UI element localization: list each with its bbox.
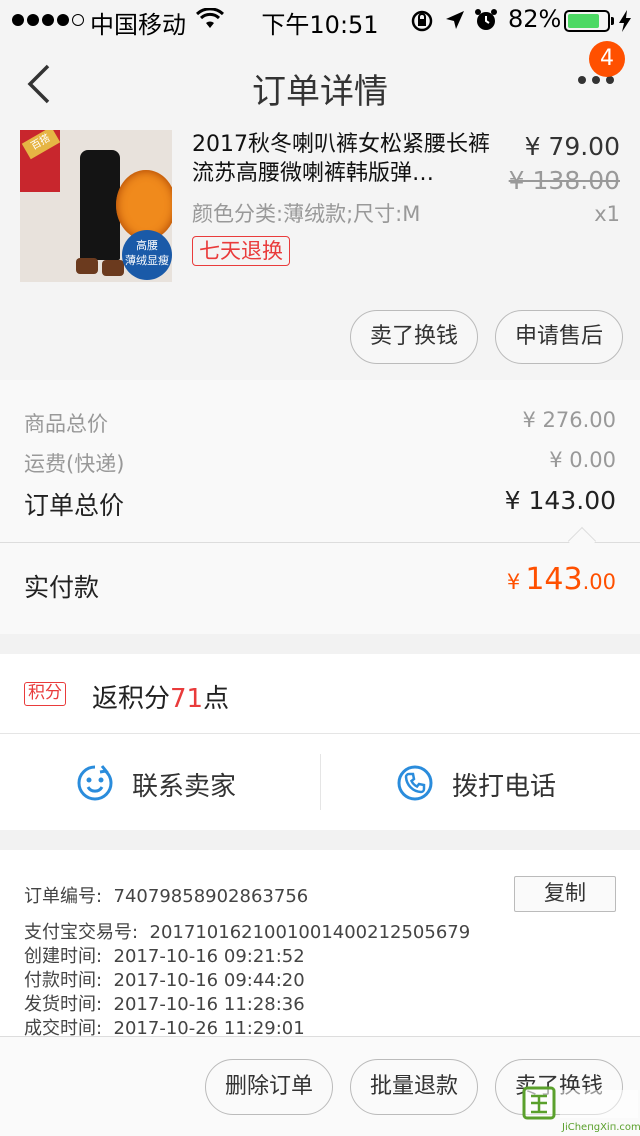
order-total-label: 订单总价 <box>24 491 125 520</box>
price-summary: 商品总价 ¥ 276.00 运费(快递) ¥ 0.00 订单总价 ¥ 143.0… <box>0 380 640 634</box>
contact-bar: 联系卖家 拨打电话 <box>0 734 640 830</box>
order-total-row: 订单总价 ¥ 143.00 <box>24 486 616 522</box>
thumbnail-badge: 高腰 薄绒显瘦 <box>122 230 172 280</box>
order-number: 74079858902863756 <box>113 886 309 907</box>
created-time-row: 创建时间: 2017-10-16 09:21:52 <box>24 946 305 967</box>
battery-icon <box>564 10 610 32</box>
shipping-value: ¥ 0.00 <box>549 448 616 472</box>
product-quantity: x1 <box>594 202 620 226</box>
location-icon <box>444 9 466 35</box>
shipping-label: 运费(快递) <box>24 452 125 476</box>
points-text: 返积分71点 <box>92 684 230 714</box>
divider <box>0 542 640 543</box>
copy-button[interactable]: 复制 <box>514 876 616 912</box>
product-thumbnail[interactable]: 百搭 高腰 薄绒显瘦 <box>20 130 172 282</box>
goods-total-label: 商品总价 <box>24 412 108 436</box>
battery-percent: 82% <box>508 5 562 33</box>
reward-points: 积分 返积分71点 <box>0 654 640 734</box>
charging-icon <box>618 10 632 36</box>
status-bar: 中国移动 下午10:51 82% <box>0 0 640 40</box>
page-title: 订单详情 <box>252 72 388 112</box>
product-name[interactable]: 2017秋冬喇叭裤女松紧腰长裤流苏高腰微喇裤韩版弹… <box>192 130 492 188</box>
return-policy-badge: 七天退换 <box>192 236 290 266</box>
nav-bar: 订单详情 4 <box>0 40 640 128</box>
watermark-logo: ЈіСһепgXіп.соm <box>522 1086 640 1136</box>
goods-total-row: 商品总价 ¥ 276.00 <box>24 408 616 438</box>
product-price: ¥ 79.00 <box>524 132 620 161</box>
paid-time-row: 付款时间: 2017-10-16 09:44:20 <box>24 970 305 991</box>
contact-seller-label: 联系卖家 <box>132 772 237 802</box>
alarm-icon <box>474 8 498 36</box>
points-chip: 积分 <box>24 682 66 706</box>
alipay-number-row: 支付宝交易号: 2017101621001001400212505679 <box>24 922 471 943</box>
original-price: ¥ 138.00 <box>508 166 620 195</box>
order-total-value: ¥ 143.00 <box>504 486 616 515</box>
delete-order-button[interactable]: 删除订单 <box>205 1059 333 1115</box>
product-attributes: 颜色分类:薄绒款;尺寸:M <box>192 202 421 226</box>
divider-notch <box>567 526 597 556</box>
batch-refund-button[interactable]: 批量退款 <box>350 1059 478 1115</box>
phone-icon <box>396 764 434 806</box>
shipped-time-row: 发货时间: 2017-10-16 11:28:36 <box>24 994 305 1015</box>
paid-label: 实付款 <box>24 573 100 602</box>
after-sale-button[interactable]: 申请售后 <box>495 310 623 364</box>
sell-for-cash-button[interactable]: 卖了换钱 <box>350 310 478 364</box>
completed-time-row: 成交时间: 2017-10-26 11:29:01 <box>24 1018 305 1036</box>
order-info: 订单编号: 74079858902863756 复制 支付宝交易号: 20171… <box>0 850 640 1036</box>
rotation-lock-icon <box>410 9 434 37</box>
shipping-row: 运费(快递) ¥ 0.00 <box>24 448 616 478</box>
chat-face-icon <box>76 764 114 806</box>
product-card[interactable]: 百搭 高腰 薄绒显瘦 2017秋冬喇叭裤女松紧腰长裤流苏高腰微喇裤韩版弹… 颜色… <box>0 128 640 380</box>
call-phone-button[interactable]: 拨打电话 <box>320 734 640 830</box>
call-phone-label: 拨打电话 <box>452 772 557 802</box>
paid-amount: ¥ 143.00 <box>506 562 616 597</box>
goods-total-value: ¥ 276.00 <box>522 408 616 432</box>
battery-tip <box>611 17 614 25</box>
contact-seller-button[interactable]: 联系卖家 <box>0 734 320 830</box>
order-number-row: 订单编号: 74079858902863756 <box>24 886 309 907</box>
notification-badge: 4 <box>589 41 625 77</box>
watermark-text: ЈіСһепgXіп.соm <box>561 1121 640 1133</box>
